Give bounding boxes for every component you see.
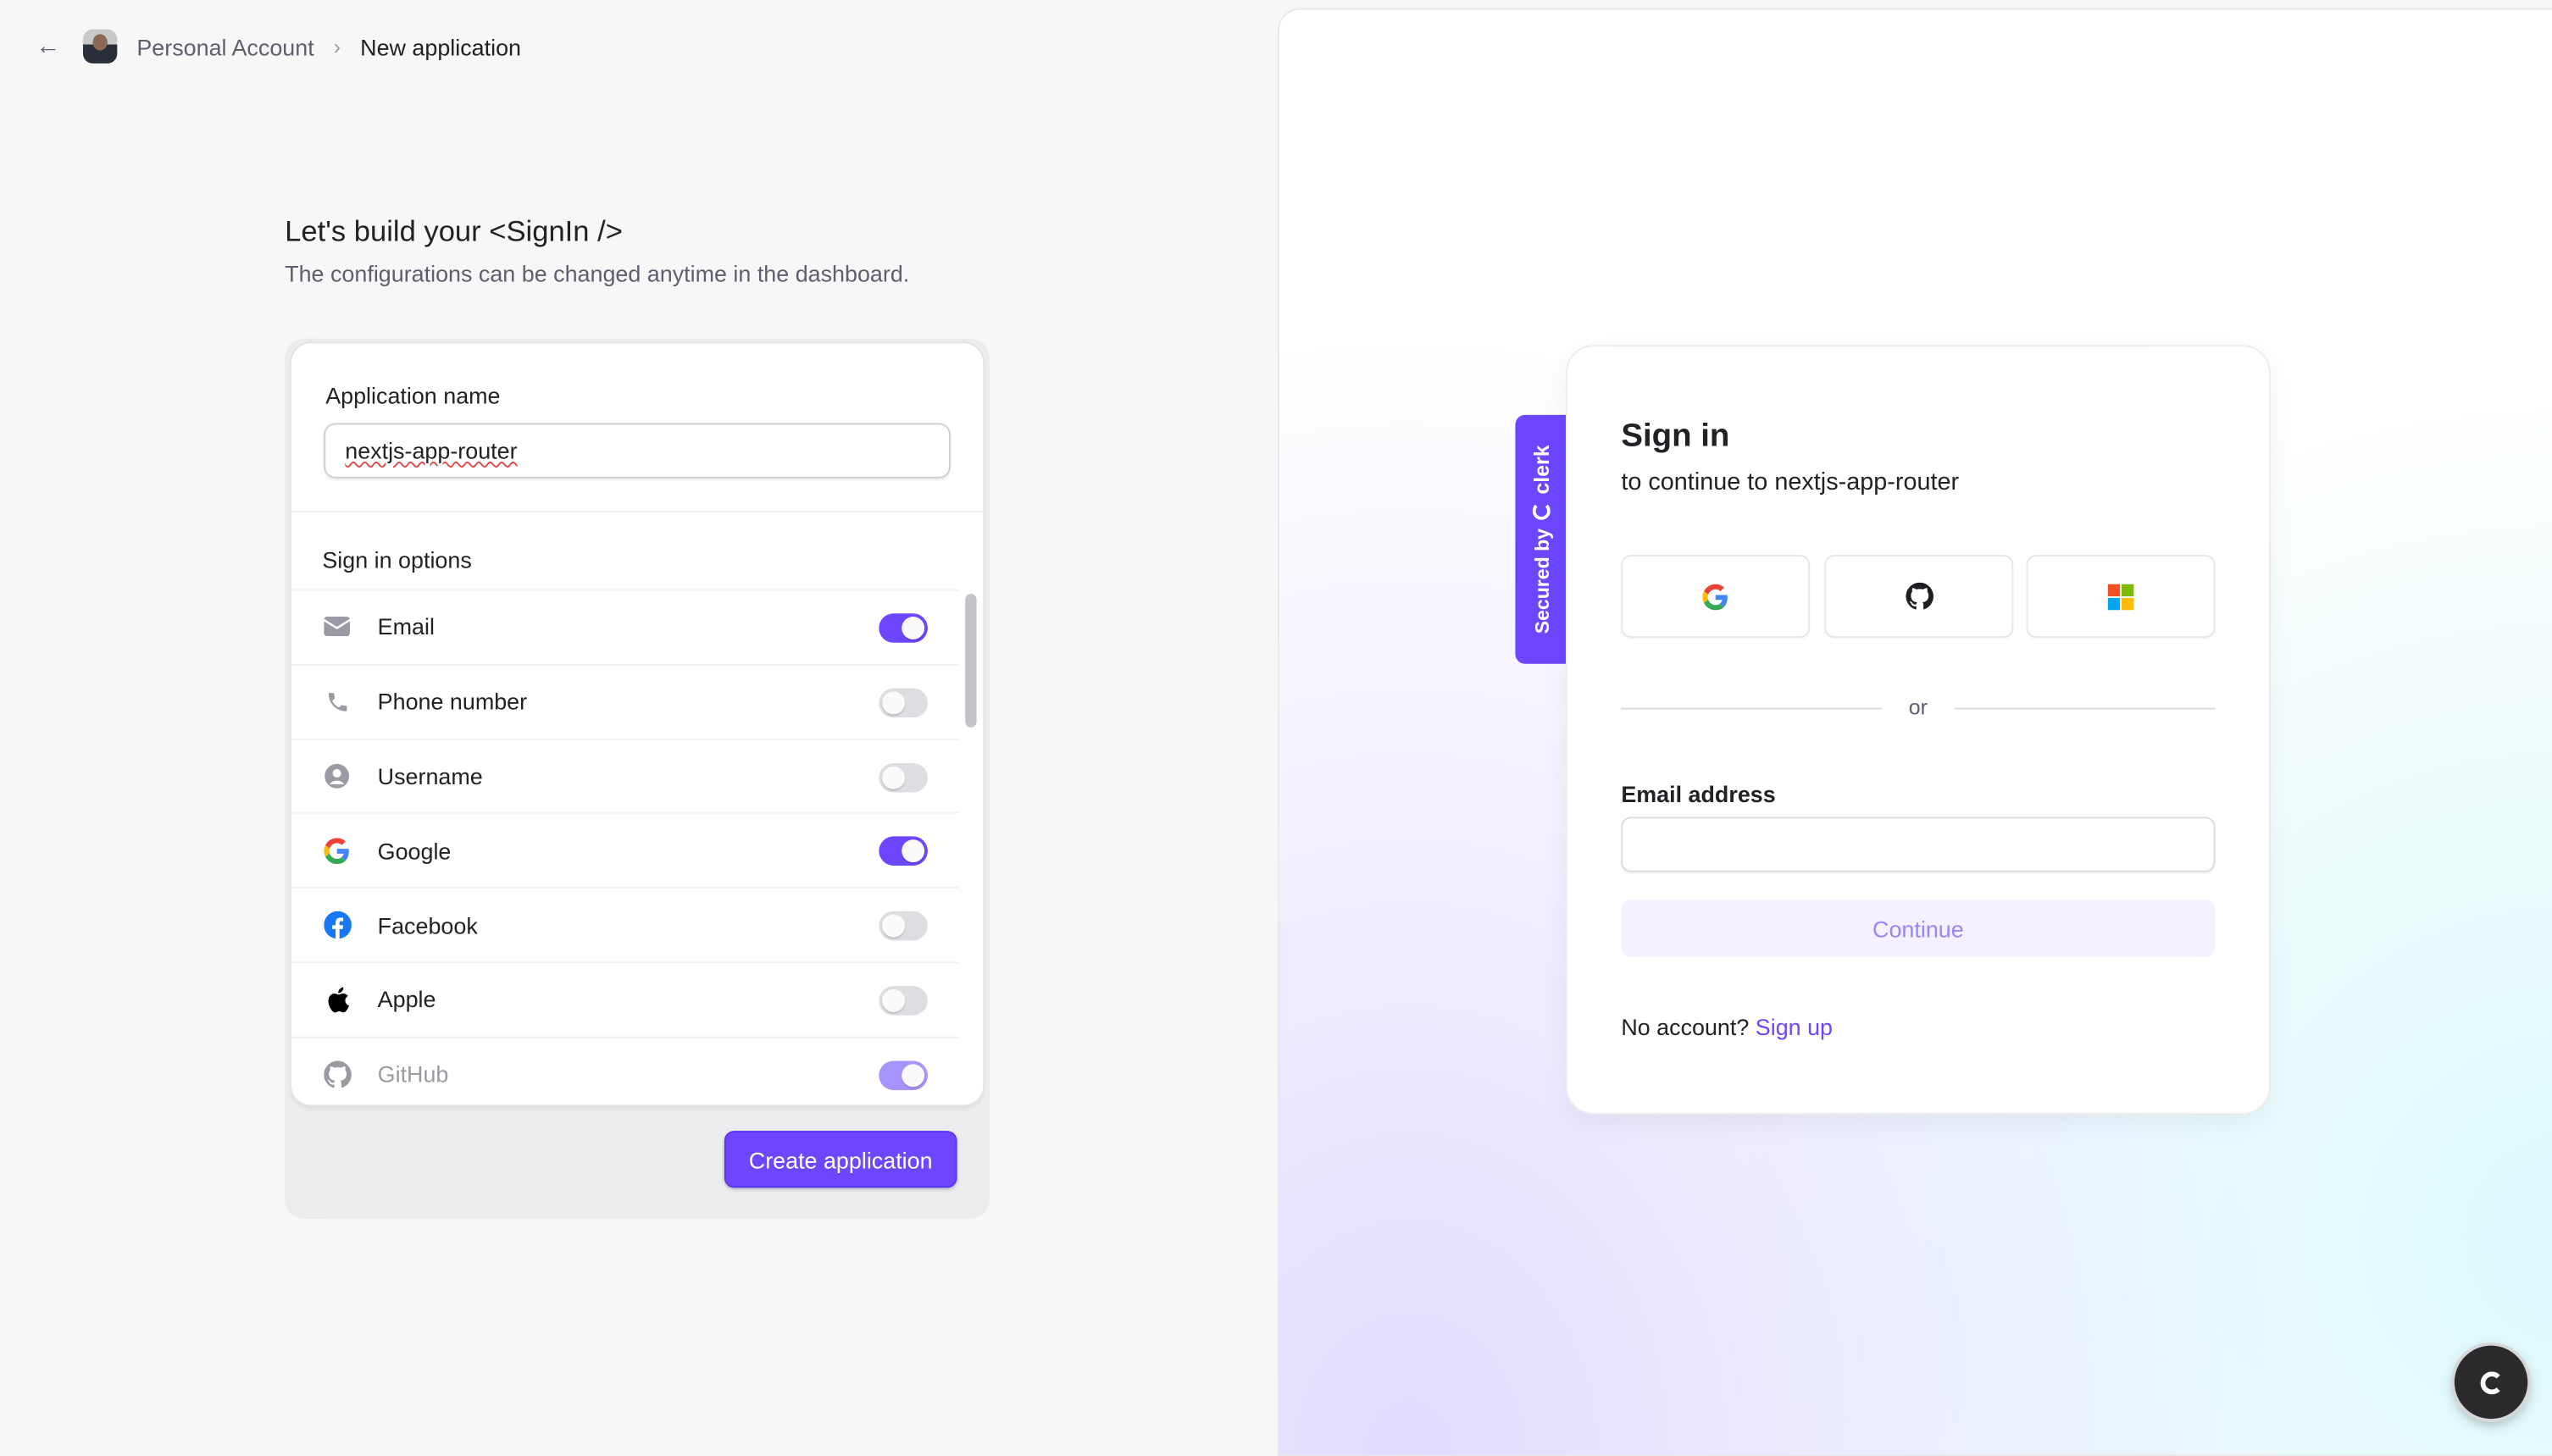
option-google[interactable]: Google	[291, 812, 959, 887]
breadcrumb: ← Personal Account › New application	[36, 29, 522, 64]
google-sign-in-button[interactable]	[1621, 555, 1811, 639]
page-subtitle: The configurations can be changed anytim…	[285, 260, 910, 287]
mail-icon	[322, 612, 352, 642]
google-toggle[interactable]	[879, 837, 928, 866]
sign-in-title: Sign in	[1621, 418, 1730, 454]
avatar	[82, 29, 118, 64]
option-facebook[interactable]: Facebook	[291, 887, 959, 961]
secured-by-clerk-badge: Secured by clerk	[1515, 414, 1567, 664]
sign-in-options-label: Sign in options	[322, 546, 472, 573]
github-sign-in-button[interactable]	[1824, 555, 2014, 639]
page-title: Let's build your <SignIn />	[285, 214, 623, 247]
option-phone[interactable]: Phone number	[291, 663, 959, 738]
github-toggle[interactable]	[879, 1060, 928, 1090]
microsoft-icon	[2107, 583, 2134, 610]
github-icon	[1905, 582, 1933, 610]
email-address-label: Email address	[1621, 781, 1776, 807]
sign-in-subtitle: to continue to nextjs-app-router	[1621, 468, 1960, 496]
app-name-label: Application name	[325, 382, 501, 409]
option-label: Facebook	[377, 911, 478, 938]
option-apple[interactable]: Apple	[291, 961, 959, 1036]
clerk-logo-icon	[1532, 502, 1551, 521]
badge-brand: clerk	[1528, 445, 1554, 495]
sign-in-options-list: Email Phone number Username Google Faceb…	[291, 589, 959, 1104]
username-toggle[interactable]	[879, 762, 928, 792]
divider	[291, 511, 984, 513]
back-arrow-icon[interactable]: ←	[36, 32, 68, 60]
clerk-logo-icon	[2479, 1370, 2503, 1394]
phone-icon	[322, 687, 352, 717]
option-label: Username	[377, 762, 483, 789]
divider-right	[1955, 707, 2216, 710]
chevron-right-icon: ›	[333, 34, 341, 59]
option-label: Phone number	[377, 688, 528, 715]
phone-toggle[interactable]	[879, 688, 928, 717]
google-icon	[322, 836, 352, 866]
breadcrumb-current: New application	[360, 33, 522, 60]
email-toggle[interactable]	[879, 613, 928, 643]
clerk-floating-button[interactable]	[2454, 1345, 2528, 1420]
option-username[interactable]: Username	[291, 738, 959, 812]
email-address-input[interactable]	[1621, 817, 2216, 872]
apple-toggle[interactable]	[879, 986, 928, 1016]
option-label: GitHub	[377, 1060, 449, 1088]
no-account-text: No account? Sign up	[1621, 1014, 1833, 1040]
options-scrollbar[interactable]	[965, 594, 977, 728]
breadcrumb-account[interactable]: Personal Account	[136, 33, 313, 59]
create-application-button[interactable]: Create application	[724, 1131, 957, 1188]
form-card: Application name nextjs-app-router Sign …	[291, 343, 984, 1105]
option-email[interactable]: Email	[291, 589, 959, 663]
app-name-value: nextjs-app-router	[345, 437, 518, 464]
sign-in-card: Sign in to continue to nextjs-app-router…	[1567, 346, 2269, 1113]
option-label: Email	[377, 613, 435, 640]
badge-text: Secured by	[1529, 529, 1553, 634]
user-circle-icon	[322, 761, 352, 791]
apple-icon	[322, 985, 352, 1015]
github-icon	[322, 1060, 352, 1089]
option-label: Google	[377, 837, 452, 864]
option-github[interactable]: GitHub	[291, 1036, 959, 1104]
continue-button[interactable]: Continue	[1621, 900, 2216, 957]
no-account-label: No account?	[1621, 1013, 1750, 1040]
microsoft-sign-in-button[interactable]	[2026, 555, 2216, 639]
facebook-icon	[322, 911, 352, 940]
app-name-input[interactable]: nextjs-app-router	[324, 423, 951, 479]
facebook-toggle[interactable]	[879, 911, 928, 941]
option-label: Apple	[377, 986, 436, 1013]
sign-up-link[interactable]: Sign up	[1756, 1014, 1833, 1040]
google-icon	[1702, 583, 1728, 610]
